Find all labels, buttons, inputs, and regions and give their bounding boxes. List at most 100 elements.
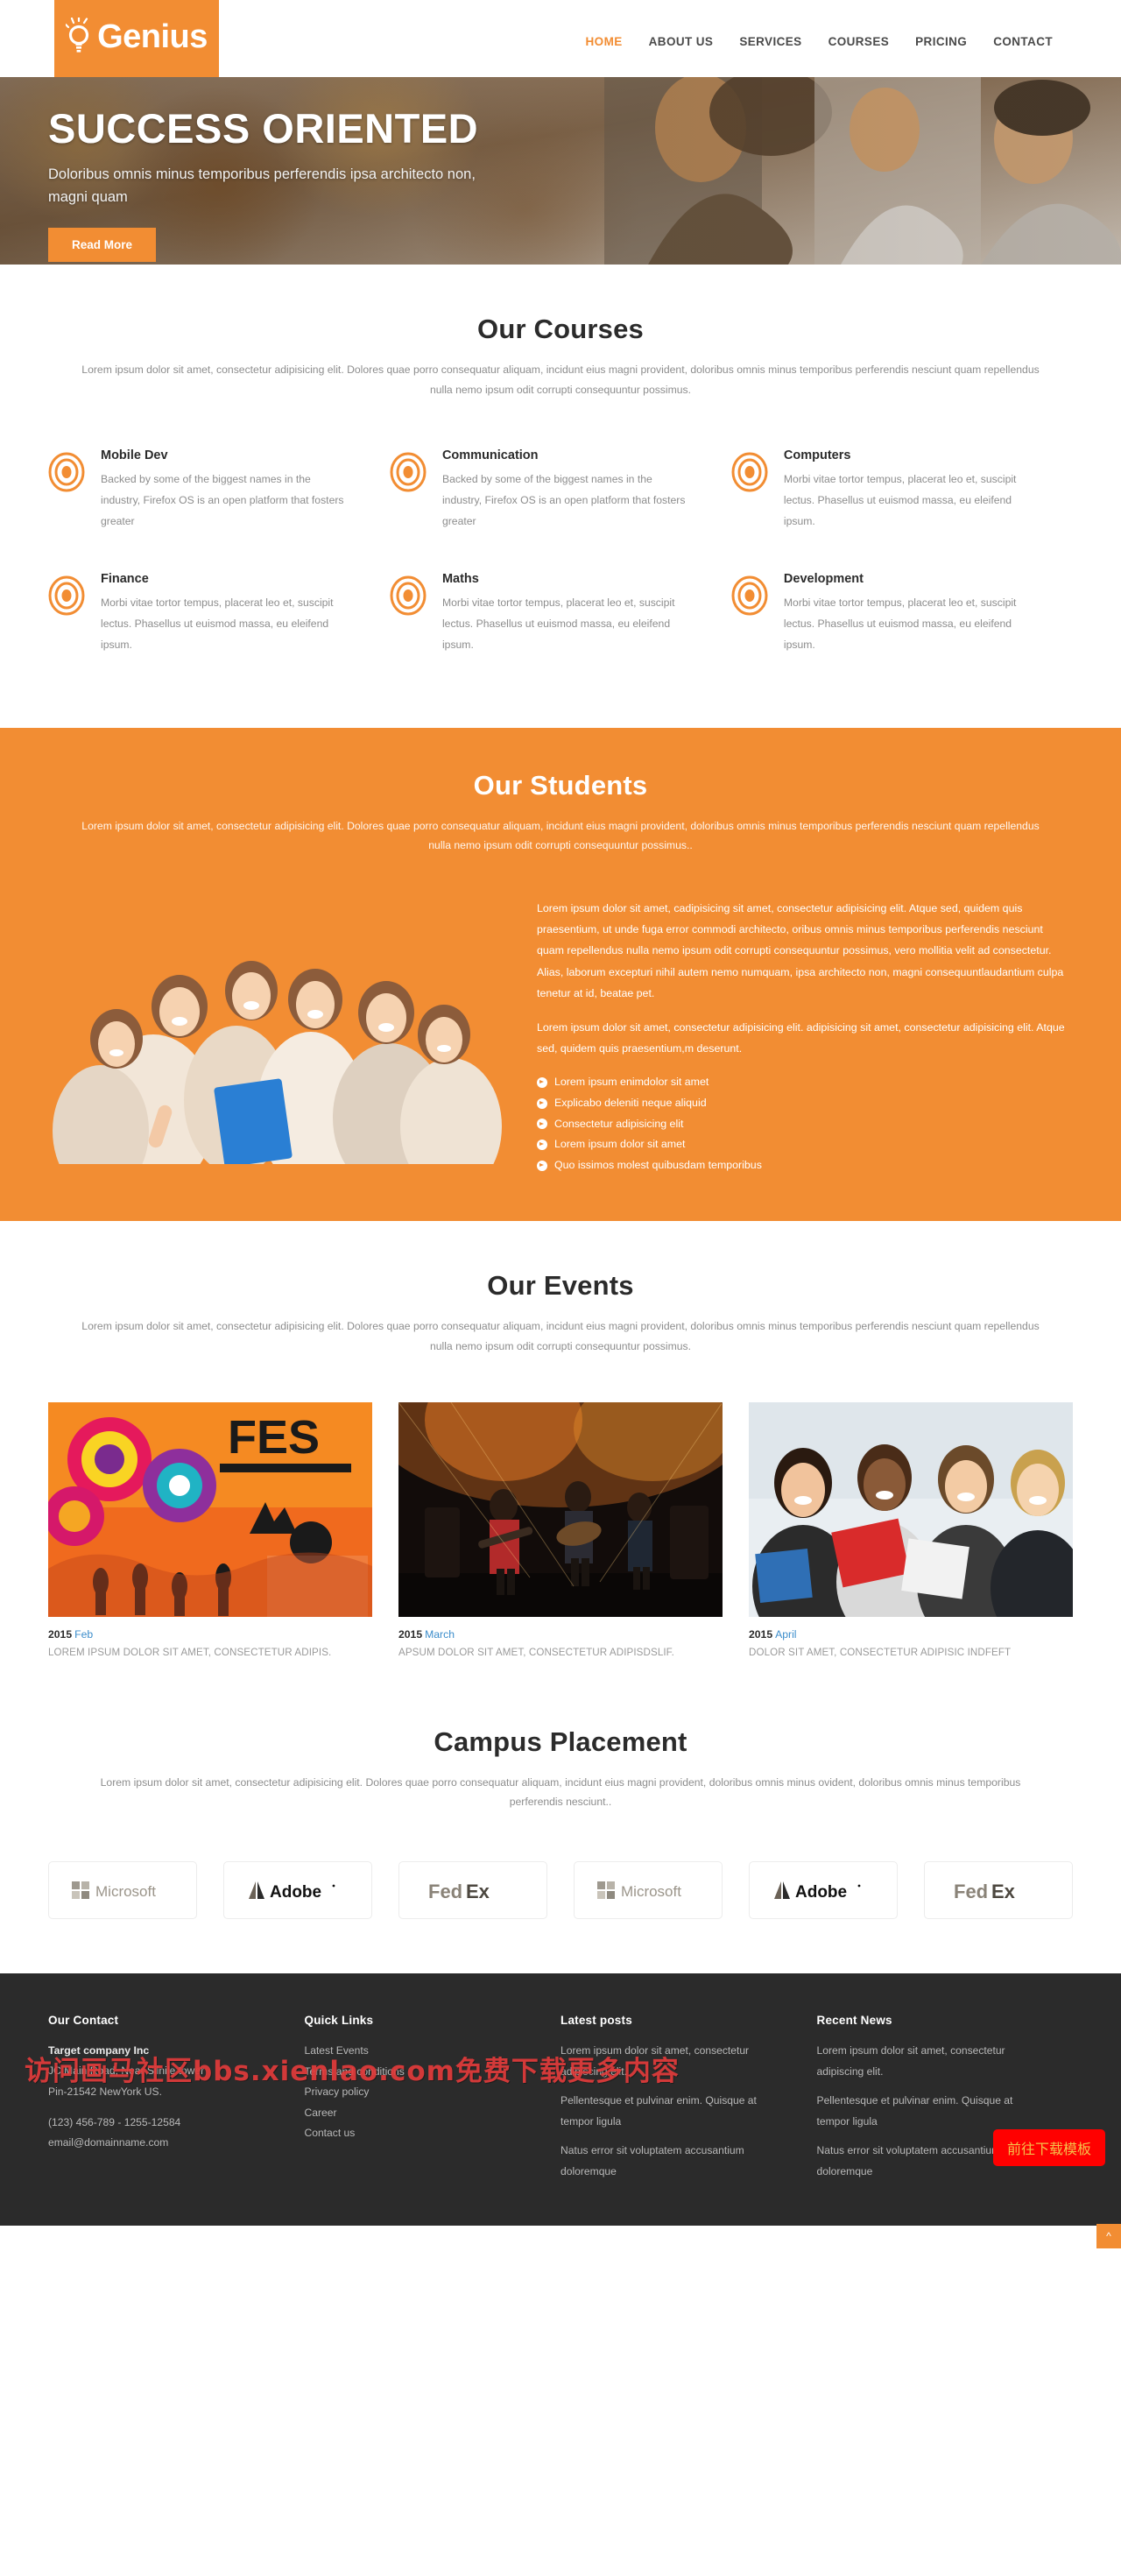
footer-news-item[interactable]: Pellentesque et pulvinar enim. Quisque a… bbox=[817, 2091, 1046, 2132]
footer-email[interactable]: email@domainname.com bbox=[48, 2133, 277, 2154]
event-card[interactable]: 2015 April DOLOR SIT AMET, CONSECTETUR AD… bbox=[749, 1401, 1073, 1662]
svg-text:Ex: Ex bbox=[991, 1881, 1016, 1902]
course-title: Maths bbox=[441, 572, 479, 587]
download-template-badge[interactable]: 前往下载模板 bbox=[992, 2129, 1105, 2167]
logo-card-adobe-2[interactable]: Adobe bbox=[749, 1860, 898, 1919]
footer-heading-quick-links: Quick Links bbox=[304, 2013, 374, 2027]
footer-post-item[interactable]: Lorem ipsum dolor sit amet, consectetur … bbox=[560, 2041, 789, 2082]
course-title: Computers bbox=[783, 448, 851, 463]
target-icon bbox=[48, 452, 85, 532]
events-subtitle: Lorem ipsum dolor sit amet, consectetur … bbox=[81, 1320, 1040, 1353]
event-description: APSUM DOLOR SIT AMET, CONSECTETUR ADIPIS… bbox=[398, 1646, 674, 1658]
nav-item-contact[interactable]: CONTACT bbox=[993, 35, 1053, 48]
list-item[interactable]: Lorem ipsum dolor sit amet bbox=[537, 1134, 1073, 1155]
logo[interactable]: Genius bbox=[54, 0, 219, 77]
footer-column-contact: Our Contact Target company Inc JC Main R… bbox=[48, 2014, 305, 2191]
placement-logos: Microsoft Adobe Fed Ex Microsoft Adobe F… bbox=[48, 1860, 1073, 1973]
svg-text:FES: FES bbox=[228, 1411, 320, 1464]
nav-item-courses[interactable]: COURSES bbox=[828, 35, 890, 48]
site-header: Genius HOME ABOUT US SERVICES COURSES PR… bbox=[0, 0, 1121, 77]
footer-link-terms[interactable]: Terms and conditions bbox=[305, 2062, 533, 2083]
logo-text: Genius bbox=[97, 18, 208, 55]
microsoft-logo-icon: Microsoft bbox=[72, 1881, 156, 1900]
list-item-label: Lorem ipsum enimdolor sit amet bbox=[554, 1076, 709, 1089]
event-year: 2015 bbox=[398, 1627, 423, 1641]
logo-card-microsoft-2[interactable]: Microsoft bbox=[574, 1860, 723, 1919]
footer-phone[interactable]: (123) 456-789 - 1255-12584 bbox=[48, 2113, 277, 2134]
main-nav: HOME ABOUT US SERVICES COURSES PRICING C… bbox=[586, 0, 1121, 77]
footer-link-contact-us[interactable]: Contact us bbox=[305, 2123, 533, 2144]
arrow-circle-icon bbox=[537, 1097, 547, 1109]
svg-text:Adobe: Adobe bbox=[270, 1883, 321, 1902]
course-text: Morbi vitae tortor tempus, placerat leo … bbox=[441, 596, 675, 652]
site-footer: Our Contact Target company Inc JC Main R… bbox=[0, 1973, 1121, 2249]
events-section: Our Events Lorem ipsum dolor sit amet, c… bbox=[0, 1221, 1121, 1676]
event-card[interactable]: FES 2015 Feb LOREM IPSUM DOLOR SIT AMET,… bbox=[48, 1401, 372, 1662]
placement-title: Campus Placement bbox=[434, 1726, 687, 1757]
footer-post-item[interactable]: Pellentesque et pulvinar enim. Quisque a… bbox=[560, 2091, 789, 2132]
events-grid: FES 2015 Feb LOREM IPSUM DOLOR SIT AMET,… bbox=[48, 1401, 1073, 1677]
footer-heading-recent-news: Recent News bbox=[816, 2013, 892, 2027]
event-card[interactable]: 2015 March APSUM DOLOR SIT AMET, CONSECTE… bbox=[398, 1401, 723, 1662]
footer-post-item[interactable]: Natus error sit voluptatem accusantium d… bbox=[560, 2141, 789, 2182]
target-icon bbox=[390, 575, 427, 655]
course-card[interactable]: Maths Morbi vitae tortor tempus, placera… bbox=[390, 572, 731, 655]
footer-link-career[interactable]: Career bbox=[305, 2103, 533, 2124]
svg-text:Microsoft: Microsoft bbox=[95, 1883, 156, 1900]
course-title: Mobile Dev bbox=[101, 448, 168, 463]
footer-company-name: Target company Inc bbox=[48, 2043, 150, 2057]
footer-news-item[interactable]: Lorem ipsum dolor sit amet, consectetur … bbox=[817, 2041, 1046, 2082]
target-icon bbox=[731, 575, 768, 655]
adobe-logo-icon: Adobe bbox=[249, 1881, 335, 1902]
logo-card-adobe[interactable]: Adobe bbox=[223, 1860, 372, 1919]
footer-link-privacy[interactable]: Privacy policy bbox=[305, 2082, 533, 2103]
logo-card-microsoft[interactable]: Microsoft bbox=[48, 1860, 197, 1919]
footer-link-latest-events[interactable]: Latest Events bbox=[305, 2041, 533, 2062]
logo-card-fedex-2[interactable]: Fed Ex bbox=[924, 1860, 1073, 1919]
arrow-circle-icon bbox=[537, 1139, 547, 1150]
hero-subtitle: Doloribus omnis minus temporibus perfere… bbox=[48, 166, 476, 205]
list-item[interactable]: Quo issimos molest quibusdam temporibus bbox=[537, 1155, 1073, 1176]
logo-card-fedex[interactable]: Fed Ex bbox=[398, 1860, 547, 1919]
event-date: 2015 April bbox=[749, 1628, 1073, 1641]
courses-subtitle: Lorem ipsum dolor sit amet, consectetur … bbox=[81, 363, 1040, 396]
course-card[interactable]: Development Morbi vitae tortor tempus, p… bbox=[731, 572, 1073, 655]
course-card[interactable]: Mobile Dev Backed by some of the biggest… bbox=[48, 448, 390, 532]
events-title: Our Events bbox=[487, 1270, 634, 1302]
footer-address-line1: JC Main Road, Near Silnile tower bbox=[48, 2064, 205, 2078]
list-item[interactable]: Consectetur adipisicing elit bbox=[537, 1114, 1073, 1135]
scroll-to-top-button[interactable]: ^ bbox=[1096, 2224, 1121, 2249]
read-more-button[interactable]: Read More bbox=[48, 228, 157, 263]
course-card[interactable]: Computers Morbi vitae tortor tempus, pla… bbox=[731, 448, 1073, 532]
svg-text:Ex: Ex bbox=[466, 1881, 490, 1902]
hero-title: SUCCESS ORIENTED bbox=[48, 105, 479, 152]
course-card[interactable]: Communication Backed by some of the bigg… bbox=[390, 448, 731, 532]
lightbulb-icon bbox=[66, 18, 95, 56]
event-date: 2015 March bbox=[398, 1628, 723, 1641]
placement-section: Campus Placement Lorem ipsum dolor sit a… bbox=[0, 1677, 1121, 1973]
svg-text:Microsoft: Microsoft bbox=[621, 1883, 681, 1900]
students-group-photo bbox=[48, 893, 504, 1164]
nav-item-home[interactable]: HOME bbox=[586, 35, 623, 48]
course-text: Morbi vitae tortor tempus, placerat leo … bbox=[101, 596, 334, 652]
arrow-circle-icon bbox=[537, 1077, 547, 1089]
target-icon bbox=[390, 452, 427, 532]
list-item[interactable]: Explicabo deleniti neque aliquid bbox=[537, 1093, 1073, 1114]
list-item-label: Quo issimos molest quibusdam temporibus bbox=[554, 1158, 762, 1171]
nav-item-services[interactable]: SERVICES bbox=[739, 35, 801, 48]
footer-address-line2: Pin-21542 NewYork US. bbox=[48, 2085, 162, 2098]
arrow-circle-icon bbox=[537, 1119, 547, 1130]
event-month: Feb bbox=[74, 1627, 94, 1641]
event-month: March bbox=[425, 1627, 455, 1641]
course-title: Finance bbox=[101, 572, 149, 587]
list-item-label: Consectetur adipisicing elit bbox=[554, 1117, 684, 1130]
nav-item-about-us[interactable]: ABOUT US bbox=[649, 35, 714, 48]
nav-item-pricing[interactable]: PRICING bbox=[915, 35, 967, 48]
course-card[interactable]: Finance Morbi vitae tortor tempus, place… bbox=[48, 572, 390, 655]
list-item[interactable]: Lorem ipsum enimdolor sit amet bbox=[537, 1072, 1073, 1093]
students-feature-list: Lorem ipsum enimdolor sit amet Explicabo… bbox=[537, 1072, 1073, 1175]
footer-heading-latest-posts: Latest posts bbox=[560, 2013, 632, 2027]
adobe-logo-icon: Adobe bbox=[774, 1881, 861, 1902]
students-paragraph-2: Lorem ipsum dolor sit amet, consectetur … bbox=[537, 1020, 1065, 1055]
svg-text:Fed: Fed bbox=[428, 1881, 462, 1902]
